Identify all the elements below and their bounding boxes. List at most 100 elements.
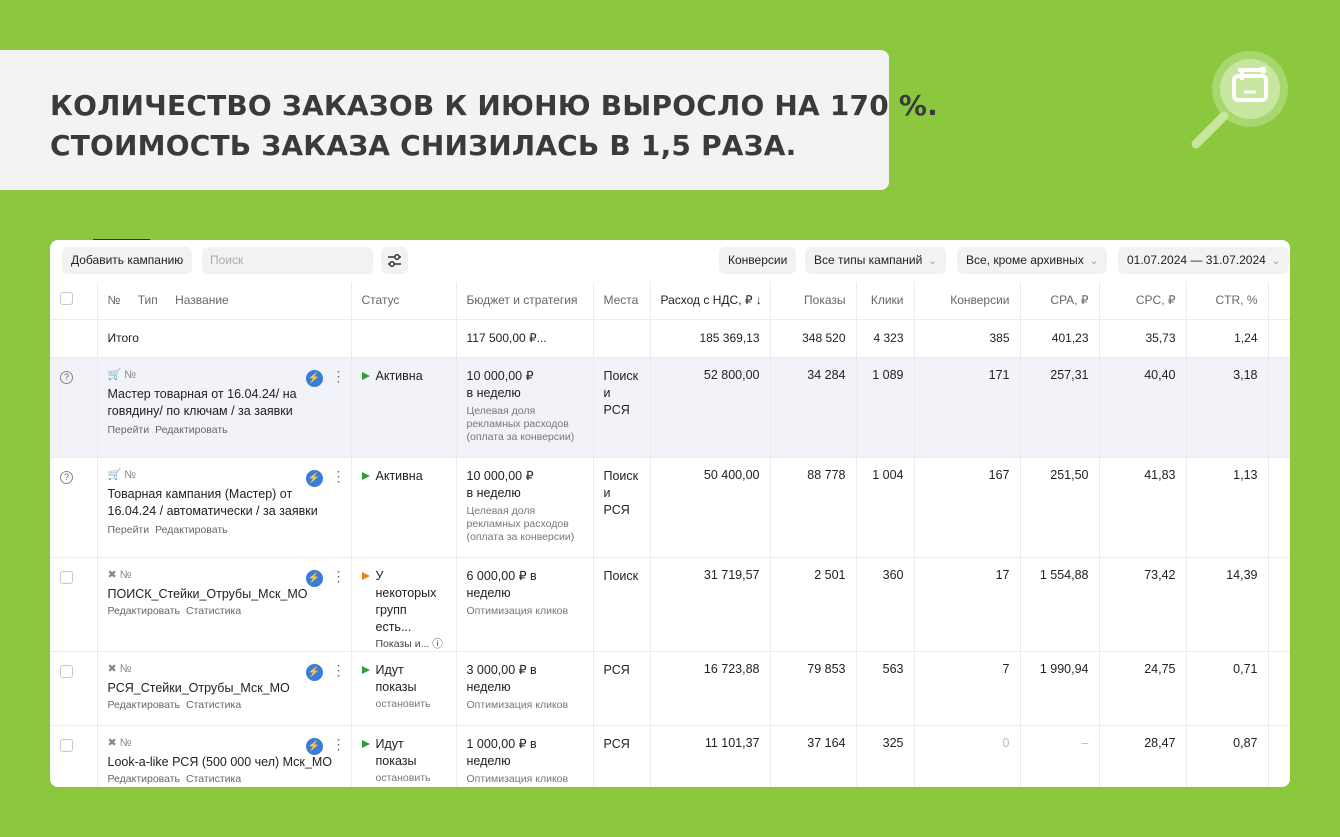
archive-filter-dropdown[interactable]: Все, кроме архивных ⌄ (957, 247, 1108, 274)
strategy-text: Оптимизация кликов (466, 698, 569, 711)
campaign-name[interactable]: ПОИСК_Стейки_Отрубы_Мск_МО (108, 586, 341, 603)
play-icon (361, 371, 370, 380)
strategy-text: Оптимизация кликов (466, 604, 569, 617)
table-row[interactable]: ✖ № РСЯ_Стейки_Отрубы_Мск_МО Редактирова… (50, 651, 1290, 726)
header-type: Тип (137, 293, 158, 308)
places-cell: РСЯ (593, 651, 651, 726)
budget-amount: 10 000,00 ₽ (466, 468, 534, 483)
row-checkbox[interactable] (60, 738, 73, 752)
edit-link[interactable]: Редактировать (108, 773, 181, 785)
header-spend[interactable]: Расход с НДС, ₽ ↓ (650, 282, 771, 320)
more-icon[interactable]: ⋮ (332, 662, 346, 679)
cpa-cell: 1 554,88 (1020, 557, 1100, 652)
filter-settings-button[interactable] (381, 247, 408, 274)
edit-link[interactable]: Редактировать (108, 605, 181, 617)
campaign-name[interactable]: Товарная кампания (Мастер) от 16.04.24 /… (108, 486, 341, 520)
edit-link[interactable]: Редактировать (155, 424, 228, 436)
open-link[interactable]: Перейти (108, 424, 150, 436)
spend-cell: 52 800,00 (650, 357, 771, 458)
play-icon (361, 471, 370, 480)
stats-link[interactable]: Статистика (186, 773, 241, 785)
headline-line-2: СТОИМОСТЬ ЗАКАЗА СНИЗИЛАСЬ В 1,5 РАЗА. (50, 129, 797, 162)
campaign-name[interactable]: РСЯ_Стейки_Отрубы_Мск_МО (108, 680, 341, 697)
total-cpa: 401,23 (1020, 319, 1100, 358)
header-extra (1268, 282, 1290, 320)
cpc-cell: 41,83 (1099, 457, 1187, 558)
spend-cell: 16 723,88 (650, 651, 771, 726)
add-campaign-button[interactable]: Добавить кампанию (62, 247, 193, 274)
help-icon[interactable]: ? (60, 470, 73, 484)
table-header-row: № Тип Название Статус Бюджет и стратегия… (50, 282, 1290, 320)
total-row: Итого 117 500,00 ₽... 185 369,13 348 520… (50, 319, 1290, 358)
total-clicks: 4 323 (856, 319, 915, 358)
ctr-cell: 1,13 (1186, 457, 1269, 558)
conversions-button[interactable]: Конверсии (719, 247, 797, 274)
more-icon[interactable]: ⋮ (332, 368, 346, 385)
header-clicks[interactable]: Клики (856, 282, 915, 320)
budget-period: в неделю (466, 485, 521, 500)
lightning-icon[interactable]: ⚡ (305, 737, 323, 755)
table-row[interactable]: ✖ № ПОИСК_Стейки_Отрубы_Мск_МО Редактиро… (50, 557, 1290, 652)
lightning-icon[interactable]: ⚡ (305, 369, 323, 387)
campaign-types-dropdown[interactable]: Все типы кампаний ⌄ (805, 247, 946, 274)
help-icon[interactable]: ⓘ (432, 638, 443, 650)
header-budget[interactable]: Бюджет и стратегия (456, 282, 594, 320)
date-range-dropdown[interactable]: 01.07.2024 — 31.07.2024 ⌄ (1118, 247, 1290, 274)
ctr-cell: 0,71 (1186, 651, 1269, 726)
places-cell: РСЯ (593, 725, 651, 787)
select-all-cell (50, 282, 98, 320)
help-icon[interactable]: ? (60, 370, 73, 384)
table-row[interactable]: ✖ № Look-a-like РСЯ (500 000 чел) Мск_МО… (50, 725, 1290, 787)
table-row[interactable]: ? 🛒 № Мастер товарная от 16.04.24/ на го… (50, 357, 1290, 458)
campaign-types-label: Все типы кампаний (814, 253, 923, 267)
stop-link[interactable]: остановить (376, 698, 446, 711)
total-cpc: 35,73 (1099, 319, 1187, 358)
strategy-text: Оптимизация кликов (466, 772, 569, 785)
tools-icon: ✖ (107, 736, 117, 749)
header-ctr[interactable]: CTR, % (1186, 282, 1269, 320)
spend-cell: 50 400,00 (650, 457, 771, 558)
campaign-num: № (124, 368, 137, 381)
places-cell: Поиск (593, 557, 651, 652)
select-all-checkbox[interactable] (60, 292, 73, 306)
cpa-cell: 257,31 (1020, 357, 1100, 458)
total-label: Итого (97, 319, 352, 358)
campaign-name[interactable]: Мастер товарная от 16.04.24/ на говядину… (108, 386, 341, 420)
tools-icon: ✖ (107, 662, 117, 675)
header-num: № (107, 293, 121, 308)
clicks-cell: 1 089 (856, 357, 915, 458)
campaign-name[interactable]: Look-a-like РСЯ (500 000 чел) Мск_МО (108, 754, 341, 771)
table-row[interactable]: ? 🛒 № Товарная кампания (Мастер) от 16.0… (50, 457, 1290, 558)
open-link[interactable]: Перейти (108, 524, 150, 536)
chevron-down-icon: ⌄ (1271, 256, 1281, 267)
stop-link[interactable]: остановить (376, 772, 446, 785)
more-icon[interactable]: ⋮ (332, 568, 346, 585)
lightning-icon[interactable]: ⚡ (305, 663, 323, 681)
chevron-down-icon: ⌄ (928, 256, 937, 267)
more-icon[interactable]: ⋮ (332, 736, 346, 753)
header-status[interactable]: Статус (351, 282, 457, 320)
header-places[interactable]: Места (593, 282, 651, 320)
search-input[interactable]: Поиск (202, 247, 373, 274)
clicks-cell: 360 (856, 557, 915, 652)
stats-link[interactable]: Статистика (186, 605, 241, 617)
spend-cell: 31 719,57 (650, 557, 771, 652)
more-icon[interactable]: ⋮ (332, 468, 346, 485)
lightning-icon[interactable]: ⚡ (305, 569, 323, 587)
row-checkbox[interactable] (60, 664, 73, 678)
cpa-cell: 1 990,94 (1020, 651, 1100, 726)
header-name[interactable]: № Тип Название (97, 282, 352, 320)
warning-play-icon (361, 571, 370, 580)
date-range-label: 01.07.2024 — 31.07.2024 (1127, 253, 1266, 267)
impressions-cell: 79 853 (770, 651, 857, 726)
row-checkbox[interactable] (60, 570, 73, 584)
edit-link[interactable]: Редактировать (108, 699, 181, 711)
header-cpa[interactable]: CPA, ₽ (1020, 282, 1100, 320)
header-impressions[interactable]: Показы (770, 282, 857, 320)
headline-banner: КОЛИЧЕСТВО ЗАКАЗОВ К ИЮНЮ ВЫРОСЛО НА 170… (0, 50, 938, 190)
edit-link[interactable]: Редактировать (155, 524, 228, 536)
header-conversions[interactable]: Конверсии (914, 282, 1021, 320)
lightning-icon[interactable]: ⚡ (305, 469, 323, 487)
header-cpc[interactable]: CPC, ₽ (1099, 282, 1187, 320)
stats-link[interactable]: Статистика (186, 699, 241, 711)
